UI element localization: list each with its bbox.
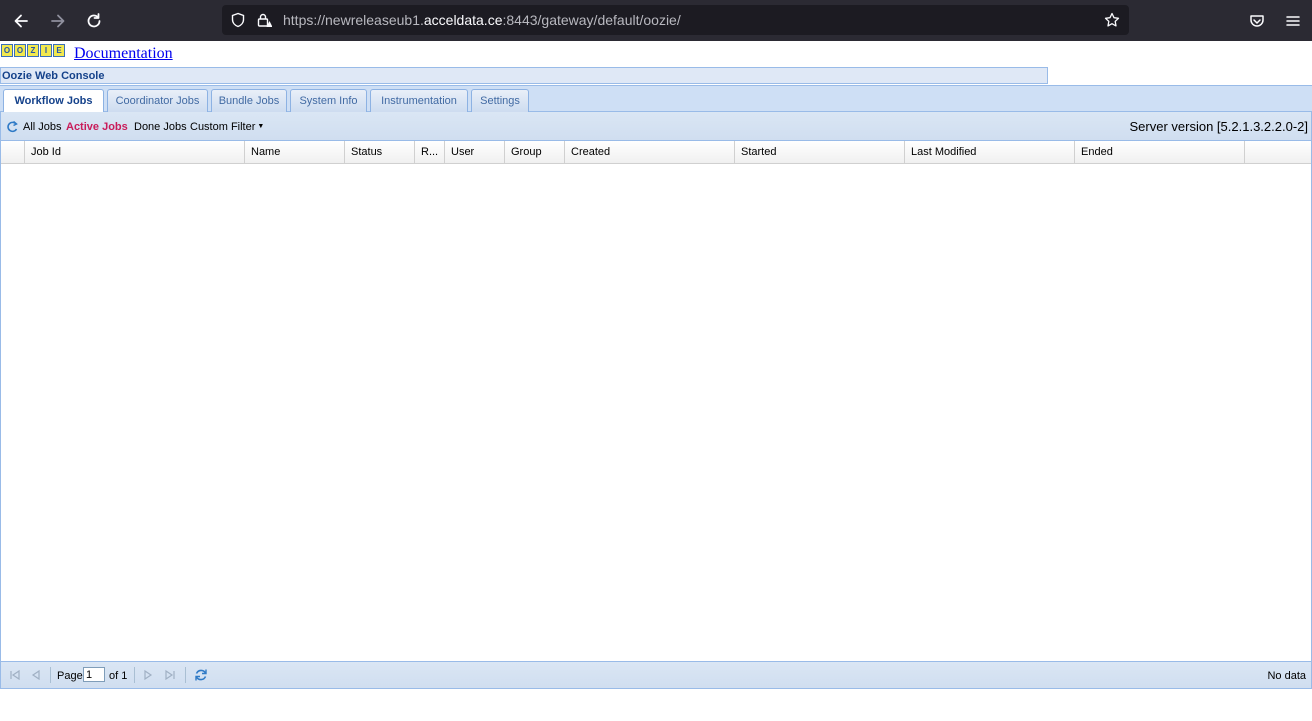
page-label: Page (57, 670, 83, 682)
next-page-icon[interactable] (142, 669, 154, 681)
tab-coordinator-jobs[interactable]: Coordinator Jobs (107, 89, 208, 112)
filter-done-jobs[interactable]: Done Jobs (134, 121, 187, 133)
forward-arrow-icon[interactable] (45, 8, 71, 34)
refresh-icon[interactable] (194, 668, 208, 682)
reload-icon[interactable] (81, 8, 107, 34)
column-header-run[interactable]: R... (415, 141, 445, 163)
dropdown-arrow-icon: ▼ (255, 123, 265, 130)
logo-letter: Z (27, 44, 39, 57)
bookmark-star-icon[interactable] (1104, 12, 1120, 28)
tab-workflow-jobs[interactable]: Workflow Jobs (3, 89, 104, 113)
logo-letter: E (53, 44, 65, 57)
logo-letter: I (40, 44, 52, 57)
workflow-jobs-panel: All Jobs Active Jobs Done Jobs Custom Fi… (0, 112, 1312, 689)
url-text: https://newreleaseub1.acceldata.ce:8443/… (283, 12, 681, 28)
logo-letter: O (14, 44, 26, 57)
column-header-name[interactable]: Name (245, 141, 345, 163)
tab-bundle-jobs[interactable]: Bundle Jobs (211, 89, 287, 112)
separator (50, 667, 51, 683)
column-header-created[interactable]: Created (565, 141, 735, 163)
tab-system-info[interactable]: System Info (290, 89, 367, 112)
filter-all-jobs[interactable]: All Jobs (23, 121, 62, 133)
previous-page-icon[interactable] (30, 669, 42, 681)
tab-instrumentation[interactable]: Instrumentation (370, 89, 468, 112)
first-page-icon[interactable] (9, 669, 21, 681)
console-title: Oozie Web Console (0, 67, 1048, 84)
grid-header: Job Id Name Status R... User Group Creat… (1, 141, 1311, 164)
tab-strip: Workflow Jobs Coordinator Jobs Bundle Jo… (0, 85, 1312, 113)
page-count: of 1 (109, 670, 128, 682)
paging-status: No data (1267, 670, 1306, 682)
column-header-started[interactable]: Started (735, 141, 905, 163)
browser-toolbar: https://newreleaseub1.acceldata.ce:8443/… (0, 0, 1312, 41)
column-header-group[interactable]: Group (505, 141, 565, 163)
address-bar[interactable]: https://newreleaseub1.acceldata.ce:8443/… (222, 5, 1129, 35)
hamburger-menu-icon[interactable] (1280, 8, 1306, 34)
oozie-logo: O O Z I E (1, 44, 65, 57)
filter-active-jobs[interactable]: Active Jobs (66, 121, 128, 133)
pocket-icon[interactable] (1244, 8, 1270, 34)
filter-toolbar: All Jobs Active Jobs Done Jobs Custom Fi… (1, 112, 1311, 141)
page-number-input[interactable]: 1 (83, 667, 105, 682)
column-header-status[interactable]: Status (345, 141, 415, 163)
paging-toolbar: Page 1 of 1 No data (1, 661, 1311, 688)
column-header-job-id[interactable]: Job Id (25, 141, 245, 163)
grid-body (1, 164, 1311, 661)
row-number-column (1, 141, 25, 163)
lock-warning-icon[interactable] (256, 12, 272, 28)
tab-settings[interactable]: Settings (471, 89, 529, 112)
column-header-last-modified[interactable]: Last Modified (905, 141, 1075, 163)
refresh-icon[interactable] (6, 120, 18, 134)
logo-letter: O (1, 44, 13, 57)
documentation-link[interactable]: Documentation (74, 45, 173, 63)
separator (185, 667, 186, 683)
last-page-icon[interactable] (164, 669, 176, 681)
server-version: Server version [5.2.1.3.2.2.0-2] (1129, 119, 1308, 134)
back-arrow-icon[interactable] (8, 8, 34, 34)
column-header-user[interactable]: User (445, 141, 505, 163)
column-header-ended[interactable]: Ended (1075, 141, 1245, 163)
shield-icon[interactable] (230, 12, 246, 28)
separator (134, 667, 135, 683)
filter-custom[interactable]: Custom Filter ▼ (190, 121, 264, 133)
